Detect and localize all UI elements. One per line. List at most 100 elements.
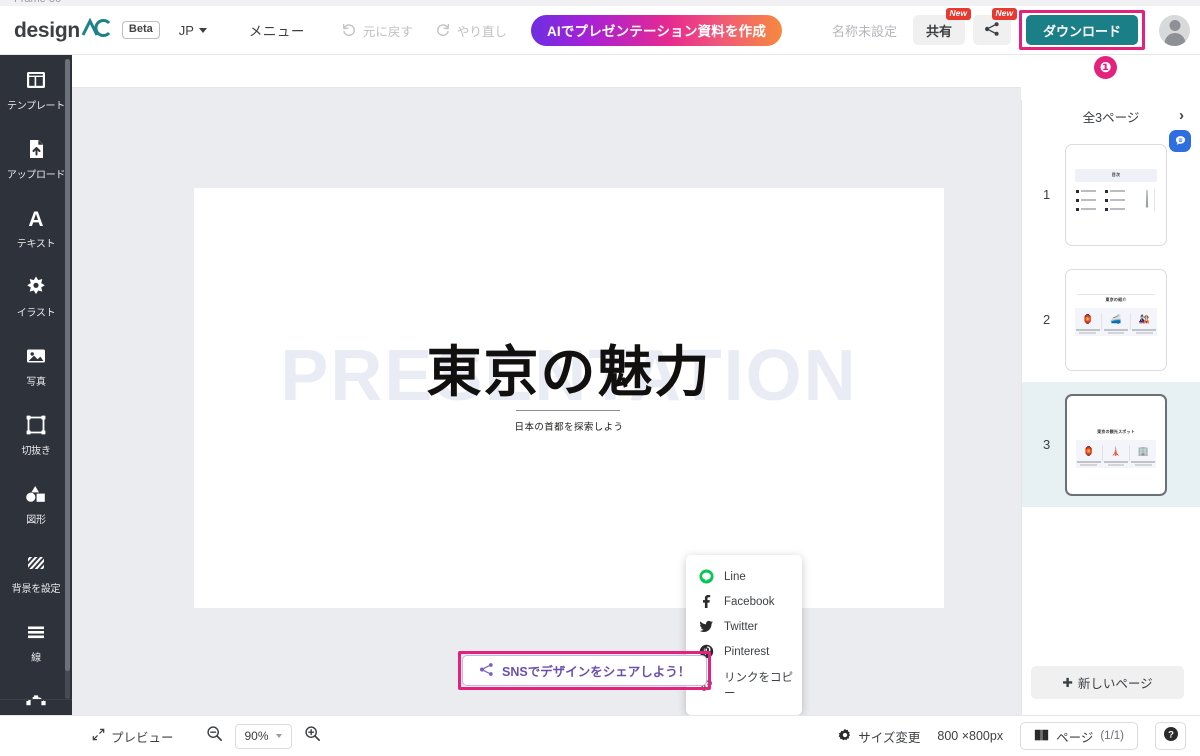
thumbnail-preview: 目次	[1066, 145, 1166, 245]
share-button-label: 共有	[925, 23, 952, 39]
beta-badge: Beta	[121, 21, 160, 39]
canvas-dimensions: 800 ×800px	[937, 729, 1004, 743]
share-nodes-button[interactable]: New	[972, 8, 1017, 45]
share-option-label: Facebook	[724, 595, 775, 608]
sns-share-button[interactable]: SNSでデザインをシェアしよう！	[462, 655, 708, 686]
ai-generate-button[interactable]: AIでプレゼンテーション資料を作成	[530, 14, 783, 46]
page-thumbnail-row[interactable]: 1 目次	[1022, 132, 1200, 257]
share-button[interactable]: New 共有	[912, 8, 971, 45]
share-option-twitter[interactable]: Twitter	[686, 614, 802, 639]
thumb-card-emoji: 🚄	[1110, 314, 1122, 325]
undo-label: 元に戻す	[362, 24, 413, 39]
facebook-icon	[699, 594, 714, 609]
thumb-card-emoji: 🗼	[1110, 446, 1122, 457]
share-option-label: Twitter	[724, 620, 758, 633]
sidebar-item-illustration[interactable]: イラスト	[0, 262, 72, 331]
sidebar-item-label: 写真	[26, 376, 46, 388]
sidebar-item-upload[interactable]: アップロード	[0, 124, 72, 193]
canvas-divider-rule	[516, 410, 620, 411]
new-badge: New	[991, 8, 1017, 20]
upload-icon	[24, 137, 48, 161]
zoom-out-icon[interactable]	[206, 725, 223, 747]
page-selector-count: (1/1)	[1100, 730, 1124, 742]
share-option-label: Pinterest	[724, 645, 770, 658]
page-number: 3	[1043, 437, 1051, 452]
shape-icon	[24, 482, 48, 506]
sidebar-item-label: テンプレート	[7, 100, 65, 112]
logo-ac-icon	[81, 17, 111, 42]
page-thumbnail-row[interactable]: 2 東京の紹介 🏮 🚄 🎎	[1022, 257, 1200, 382]
thumb-cards: 🏮 🗼 🏢	[1076, 439, 1156, 468]
status-bar-left: プレビュー 90%	[92, 723, 321, 749]
pages-panel: 全3ページ › 1 目次 2 東京の紹介 🏮 🚄 🎎 3 東京の観光スポット 🏮…	[1021, 100, 1200, 715]
history-controls: 元に戻す やり直し	[341, 21, 507, 40]
chevron-down-icon	[275, 734, 282, 738]
resize-button[interactable]: サイズ変更	[838, 727, 920, 746]
share-option-label: Line	[724, 570, 746, 583]
line-icon	[24, 620, 48, 644]
design-editor-window: Frame 36 design Beta JP メニュー	[0, 0, 1200, 756]
app-logo[interactable]: design	[14, 17, 111, 43]
partial-top-text: Frame 36	[14, 0, 61, 5]
pages-panel-header: 全3ページ ›	[1022, 100, 1200, 132]
annotation-marker-1: ❶	[1094, 56, 1117, 79]
zoom-level-select[interactable]: 90%	[234, 723, 292, 749]
status-bar: プレビュー 90% サイズ変更 800 ×800px ページ (1/1) ?	[0, 715, 1200, 756]
sidebar-item-line[interactable]: 線	[0, 607, 72, 676]
status-bar-right: サイズ変更 800 ×800px ページ (1/1) ?	[838, 722, 1200, 750]
page-thumbnail-2[interactable]: 東京の紹介 🏮 🚄 🎎	[1065, 268, 1167, 371]
context-toolbar	[72, 55, 1021, 88]
sidebar-item-label: アップロード	[6, 169, 66, 181]
help-icon: ?	[1163, 726, 1179, 747]
language-selector[interactable]: JP	[179, 23, 207, 38]
chevron-right-icon[interactable]: ›	[1179, 108, 1184, 123]
undo-button[interactable]: 元に戻す	[341, 21, 413, 40]
canvas-title[interactable]: 東京の魅力	[194, 342, 944, 403]
thumbnail-preview: 東京の観光スポット 🏮 🗼 🏢	[1067, 396, 1165, 494]
sidebar-item-text[interactable]: A テキスト	[0, 193, 72, 262]
logo-wordmark: design	[14, 18, 80, 42]
page-selector-button[interactable]: ページ (1/1)	[1020, 722, 1138, 750]
left-toolbar-scrollbar-thumb[interactable]	[65, 59, 70, 671]
sidebar-item-label: 背景を設定	[11, 583, 61, 595]
redo-icon	[435, 22, 451, 38]
left-toolbar-scroll: テンプレート アップロード A テキスト イラスト 写真 切抜き 図形 背景を設…	[0, 55, 72, 733]
document-title[interactable]: 名称未設定	[832, 21, 897, 40]
page-count-label: 全3ページ	[1082, 110, 1140, 125]
line-icon	[699, 569, 714, 584]
page-thumbnail-3[interactable]: 東京の観光スポット 🏮 🗼 🏢	[1065, 393, 1167, 496]
avatar[interactable]	[1159, 14, 1190, 46]
thumb-card-emoji: 🎎	[1138, 314, 1150, 325]
preview-button[interactable]: プレビュー	[92, 727, 174, 746]
chevron-down-icon	[198, 27, 207, 33]
menu-button[interactable]: メニュー	[249, 20, 305, 40]
slide-canvas[interactable]: PRESENTATION 東京の魅力 日本の首都を探索しよう	[194, 188, 944, 608]
sidebar-item-photo[interactable]: 写真	[0, 331, 72, 400]
sidebar-item-background[interactable]: 背景を設定	[0, 538, 72, 607]
page-thumbnail-1[interactable]: 目次	[1065, 143, 1167, 246]
thumb-slide-title: 東京の観光スポット	[1097, 428, 1135, 434]
sidebar-item-shape[interactable]: 図形	[0, 469, 72, 538]
language-label: JP	[178, 22, 194, 38]
download-button[interactable]: ダウンロード	[1025, 15, 1138, 45]
share-option-facebook[interactable]: Facebook	[686, 589, 802, 614]
illustration-icon	[24, 275, 48, 299]
canvas-subtitle[interactable]: 日本の首都を探索しよう	[194, 419, 944, 433]
sns-share-cta-wrap: SNSでデザインをシェアしよう！	[458, 651, 712, 690]
sidebar-item-crop[interactable]: 切抜き	[0, 400, 72, 469]
twitter-icon	[699, 619, 714, 634]
thumb-slide-title: 東京の紹介	[1105, 296, 1127, 302]
thumb-rule	[1077, 293, 1155, 295]
share-option-line[interactable]: Line	[686, 564, 802, 589]
share-nodes-icon	[984, 21, 1000, 40]
zoom-in-icon[interactable]	[304, 725, 321, 747]
sidebar-item-template[interactable]: テンプレート	[0, 55, 72, 124]
app-header: design Beta JP メニュー 元に戻す やり直し AIでプレゼンテーシ…	[0, 6, 1200, 55]
page-thumbnail-row-selected[interactable]: 3 東京の観光スポット 🏮 🗼 🏢	[1022, 382, 1200, 507]
add-new-page-button[interactable]: ✚ 新しいページ	[1031, 666, 1184, 699]
svg-text:?: ?	[1168, 729, 1174, 740]
redo-button[interactable]: やり直し	[435, 21, 507, 40]
help-button[interactable]: ?	[1155, 722, 1186, 750]
thumb-divider	[1154, 188, 1155, 211]
share-popup-menu: Line Facebook Twitter Pinterest リンクをコピー	[686, 555, 802, 715]
